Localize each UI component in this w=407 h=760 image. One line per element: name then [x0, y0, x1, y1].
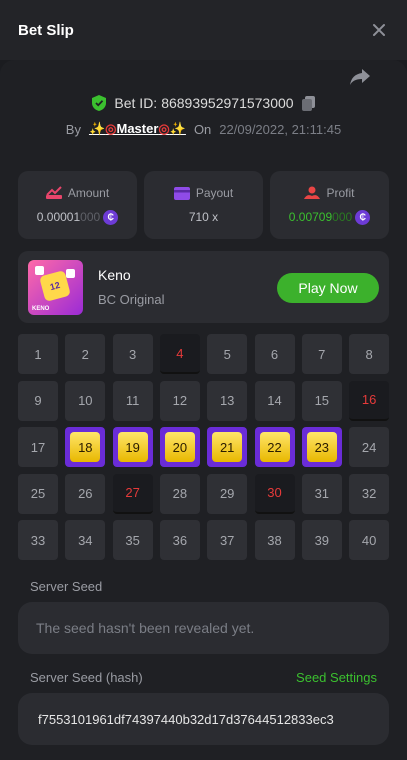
- keno-cell-12: 12: [159, 380, 200, 421]
- sparkle-icon: ✨: [88, 121, 106, 136]
- keno-cell-17: 17: [18, 427, 58, 467]
- keno-cell-10: 10: [65, 380, 106, 421]
- keno-cell-37: 37: [207, 520, 248, 560]
- keno-cell-26: 26: [65, 473, 106, 514]
- by-label: By: [65, 121, 81, 137]
- target-icon: ◎: [158, 121, 170, 136]
- close-icon[interactable]: [369, 20, 389, 40]
- keno-cell-7: 7: [301, 334, 342, 374]
- keno-cell-31: 31: [301, 473, 342, 514]
- keno-cell-24: 24: [349, 427, 390, 467]
- keno-cell-19: 19: [112, 427, 153, 467]
- keno-cell-28: 28: [159, 473, 200, 514]
- keno-cell-8: 8: [349, 334, 390, 374]
- keno-cell-40: 40: [349, 520, 390, 560]
- keno-thumbnail: 12 KENO: [28, 260, 83, 315]
- ball-icon: [35, 266, 44, 275]
- coin-icon: ₵: [355, 209, 371, 225]
- keno-cell-33: 33: [18, 520, 58, 560]
- bet-slip-header: Bet Slip: [0, 0, 407, 60]
- keno-cell-11: 11: [112, 380, 153, 421]
- shield-check-icon: [92, 95, 107, 111]
- keno-cell-21: 21: [207, 427, 248, 467]
- keno-cell-1: 1: [18, 334, 58, 374]
- keno-cell-29: 29: [207, 473, 248, 514]
- share-icon[interactable]: [349, 68, 371, 86]
- bet-slip-title: Bet Slip: [18, 21, 74, 39]
- target-icon: ◎: [105, 121, 117, 136]
- keno-cell-9: 9: [18, 380, 58, 421]
- server-seed-hash-value: f7553101961df74397440b32d17d37644512833e…: [38, 711, 334, 727]
- keno-cell-39: 39: [301, 520, 342, 560]
- game-card: 12 KENO Keno BC Original Play Now: [18, 251, 389, 323]
- profit-card: Profit 0.00709 000 ₵: [270, 171, 389, 239]
- keno-cell-22: 22: [254, 427, 295, 467]
- server-seed-hash-field[interactable]: f7553101961df74397440b32d17d37644512833e…: [18, 693, 389, 745]
- amount-label: Amount: [67, 185, 110, 200]
- server-seed-placeholder: The seed hasn't been revealed yet.: [36, 620, 255, 636]
- bet-id-value: 86893952971573000: [161, 95, 294, 111]
- keno-cell-25: 25: [18, 473, 58, 514]
- sparkle-icon: ✨: [169, 121, 186, 136]
- play-now-button[interactable]: Play Now: [277, 273, 379, 303]
- bet-id-label: Bet ID:: [114, 95, 158, 111]
- amount-value: 0.00001: [36, 210, 81, 224]
- payout-label: Payout: [195, 186, 234, 200]
- seed-settings-link[interactable]: Seed Settings: [296, 670, 377, 685]
- keno-cell-36: 36: [159, 520, 200, 560]
- keno-cell-30: 30: [254, 473, 295, 514]
- keno-cell-27: 27: [112, 473, 153, 514]
- payout-value: 710 x: [188, 210, 219, 224]
- profit-value: 0.00709: [288, 210, 333, 224]
- user-link[interactable]: ✨◎Master◎✨: [89, 121, 186, 137]
- payout-card: Payout 710 x: [144, 171, 263, 239]
- keno-cell-6: 6: [254, 334, 295, 374]
- keno-cell-32: 32: [349, 473, 390, 514]
- keno-cell-13: 13: [207, 380, 248, 421]
- copy-icon[interactable]: [301, 95, 315, 111]
- bet-id-row: Bet ID: 86893952971573000: [0, 95, 407, 111]
- keno-cell-16: 16: [349, 380, 390, 421]
- bet-stats: Amount 0.00001 000 ₵ Payout 710 x Profit …: [18, 171, 389, 239]
- amount-icon: [45, 186, 62, 199]
- on-label: On: [193, 121, 212, 137]
- keno-cell-20: 20: [159, 427, 200, 467]
- keno-cell-34: 34: [65, 520, 106, 560]
- profit-value-dim: 000: [332, 210, 353, 224]
- keno-cell-18: 18: [65, 427, 106, 467]
- bet-date: 22/09/2022, 21:11:45: [219, 121, 342, 137]
- bet-slip-panel: [0, 60, 407, 760]
- wallet-icon: [173, 186, 190, 200]
- amount-value-dim: 000: [80, 210, 101, 224]
- keno-cell-14: 14: [254, 380, 295, 421]
- keno-cell-15: 15: [301, 380, 342, 421]
- game-subtitle: BC Original: [98, 292, 165, 307]
- amount-card: Amount 0.00001 000 ₵: [18, 171, 137, 239]
- server-seed-hash-label: Server Seed (hash): [30, 670, 143, 685]
- server-seed-label: Server Seed: [30, 579, 103, 594]
- keno-cell-3: 3: [112, 334, 153, 374]
- byline-row: By ✨◎Master◎✨ On 22/09/2022, 21:11:45: [0, 121, 407, 137]
- game-name: Keno: [98, 267, 131, 283]
- keno-cell-4: 4: [159, 334, 200, 374]
- ball-icon: [66, 269, 75, 278]
- coin-icon: ₵: [103, 209, 119, 225]
- keno-cell-38: 38: [254, 520, 295, 560]
- keno-cell-2: 2: [65, 334, 106, 374]
- username: Master: [116, 121, 159, 136]
- keno-cell-23: 23: [301, 427, 342, 467]
- server-seed-field: The seed hasn't been revealed yet.: [18, 602, 389, 654]
- keno-thumb-label: KENO: [32, 306, 50, 312]
- keno-cell-35: 35: [112, 520, 153, 560]
- profit-icon: [304, 186, 321, 199]
- keno-cell-5: 5: [207, 334, 248, 374]
- profit-label: Profit: [326, 185, 355, 200]
